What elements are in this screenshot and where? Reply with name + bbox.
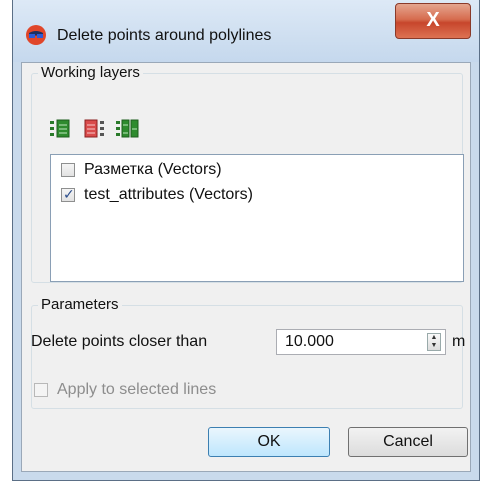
- apply-selected-label: Apply to selected lines: [57, 381, 217, 398]
- title-bar[interactable]: Delete points around polylines X: [13, 0, 479, 62]
- working-layers-label: Working layers: [38, 64, 143, 81]
- dialog-window: Delete points around polylines X Working…: [12, 0, 480, 481]
- select-all-icon[interactable]: [48, 118, 76, 140]
- dialog-body: Working layers Разметка (Vectors) ✓ test…: [21, 62, 471, 472]
- layers-list[interactable]: Разметка (Vectors) ✓ test_attributes (Ve…: [50, 154, 464, 282]
- list-item[interactable]: Разметка (Vectors): [61, 160, 222, 180]
- check-icon: ✓: [63, 186, 75, 202]
- 3d-glasses-icon: [26, 25, 46, 45]
- working-layers-group: Working layers Разметка (Vectors) ✓ test…: [31, 64, 464, 283]
- layer-label: test_attributes (Vectors): [84, 186, 253, 203]
- apply-selected-option[interactable]: Apply to selected lines: [34, 381, 216, 399]
- close-button[interactable]: X: [395, 3, 471, 39]
- window-title: Delete points around polylines: [57, 27, 272, 44]
- invert-selection-icon[interactable]: [114, 118, 142, 140]
- layer-label: Разметка (Vectors): [84, 161, 222, 178]
- spin-arrows-icon[interactable]: ▲ ▼: [427, 333, 441, 351]
- ok-button[interactable]: OK: [208, 427, 330, 457]
- apply-selected-checkbox[interactable]: [34, 383, 48, 397]
- distance-value[interactable]: 10.000: [285, 333, 334, 351]
- parameters-label: Parameters: [38, 296, 122, 313]
- distance-label: Delete points closer than: [31, 333, 208, 350]
- layer-checkbox[interactable]: ✓: [61, 186, 75, 202]
- layer-checkbox[interactable]: [61, 163, 75, 177]
- unit-label: m: [452, 333, 466, 350]
- deselect-all-icon[interactable]: [82, 118, 110, 140]
- list-item[interactable]: ✓ test_attributes (Vectors): [61, 185, 253, 205]
- cancel-button[interactable]: Cancel: [348, 427, 468, 457]
- distance-spinbox[interactable]: 10.000 ▲ ▼: [276, 329, 446, 355]
